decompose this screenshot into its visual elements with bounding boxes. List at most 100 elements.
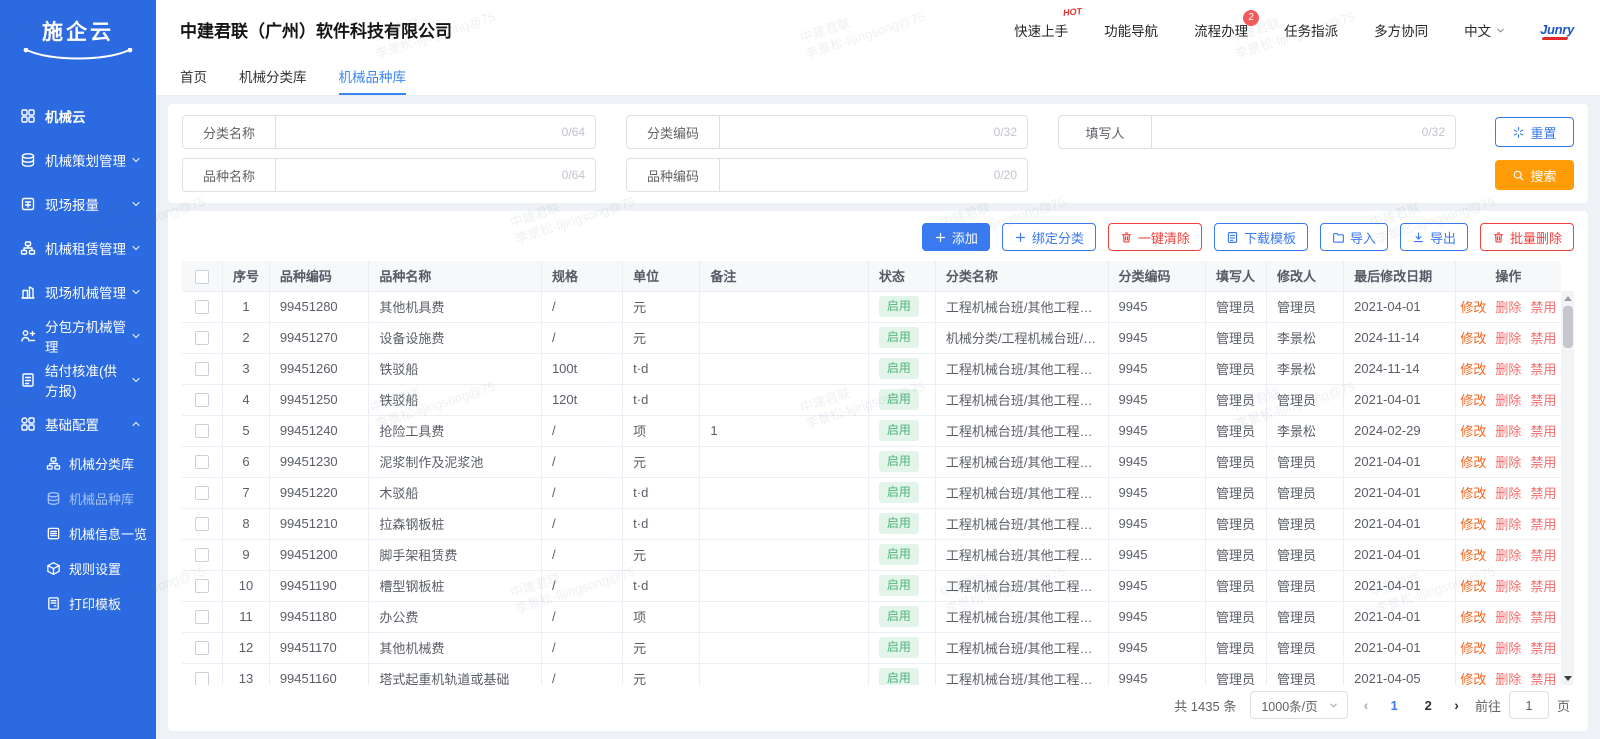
- scroll-down-arrow-icon[interactable]: [1561, 671, 1574, 685]
- delete-link[interactable]: 删除: [1495, 359, 1521, 378]
- row-checkbox[interactable]: [195, 517, 209, 531]
- search-button[interactable]: 搜索: [1495, 160, 1574, 190]
- disable-link[interactable]: 禁用: [1530, 328, 1556, 347]
- delete-link[interactable]: 删除: [1495, 390, 1521, 409]
- disable-link[interactable]: 禁用: [1530, 390, 1556, 409]
- scroll-up-arrow-icon[interactable]: [1561, 291, 1574, 305]
- tab-variety-lib[interactable]: 机械品种库: [339, 60, 407, 96]
- row-checkbox[interactable]: [195, 300, 209, 314]
- row-checkbox[interactable]: [195, 610, 209, 624]
- bind-category-button[interactable]: 绑定分类: [1002, 223, 1096, 251]
- delete-link[interactable]: 删除: [1495, 514, 1521, 533]
- scrollbar-thumb[interactable]: [1563, 306, 1573, 348]
- disable-link[interactable]: 禁用: [1530, 359, 1556, 378]
- sidebar-item-site-machinery-mgmt[interactable]: 现场机械管理: [0, 270, 156, 314]
- reset-button[interactable]: 重置: [1495, 117, 1574, 147]
- delete-link[interactable]: 删除: [1495, 297, 1521, 316]
- row-checkbox[interactable]: [195, 641, 209, 655]
- disable-link[interactable]: 禁用: [1530, 421, 1556, 440]
- nav-item-quick-start[interactable]: 快速上手HOT: [1014, 20, 1068, 40]
- variety-name-field-input[interactable]: [276, 159, 562, 191]
- edit-link[interactable]: 修改: [1460, 669, 1486, 685]
- edit-link[interactable]: 修改: [1460, 638, 1486, 657]
- nav-item-process-handling[interactable]: 流程办理2: [1194, 20, 1248, 40]
- nav-item-multi-collab[interactable]: 多方协同: [1374, 20, 1428, 40]
- vertical-scrollbar[interactable]: [1561, 291, 1574, 685]
- delete-link[interactable]: 删除: [1495, 669, 1521, 685]
- edit-link[interactable]: 修改: [1460, 607, 1486, 626]
- sidebar-item-print-template[interactable]: 打印模板: [0, 586, 156, 621]
- edit-link[interactable]: 修改: [1460, 452, 1486, 471]
- add-button[interactable]: 添加: [922, 223, 990, 251]
- nav-item-task-assign[interactable]: 任务指派: [1284, 20, 1338, 40]
- disable-link[interactable]: 禁用: [1530, 483, 1556, 502]
- page-number-2[interactable]: 2: [1418, 698, 1438, 713]
- edit-link[interactable]: 修改: [1460, 421, 1486, 440]
- select-all-checkbox[interactable]: [195, 270, 209, 284]
- next-page-button[interactable]: ›: [1452, 697, 1461, 713]
- edit-link[interactable]: 修改: [1460, 297, 1486, 316]
- delete-link[interactable]: 删除: [1495, 607, 1521, 626]
- edit-link[interactable]: 修改: [1460, 514, 1486, 533]
- delete-link[interactable]: 删除: [1495, 638, 1521, 657]
- disable-link[interactable]: 禁用: [1530, 297, 1556, 316]
- sidebar-item-machinery-planning[interactable]: 机械策划管理: [0, 138, 156, 182]
- sidebar-item-site-reporting[interactable]: 现场报量: [0, 182, 156, 226]
- row-checkbox[interactable]: [195, 393, 209, 407]
- row-checkbox[interactable]: [195, 672, 209, 685]
- category-code-field-input[interactable]: [720, 116, 994, 148]
- batch-delete-button[interactable]: 批量删除: [1480, 223, 1574, 251]
- row-checkbox[interactable]: [195, 579, 209, 593]
- edit-link[interactable]: 修改: [1460, 483, 1486, 502]
- row-checkbox[interactable]: [195, 548, 209, 562]
- category-name-field-input[interactable]: [276, 116, 562, 148]
- delete-link[interactable]: 删除: [1495, 328, 1521, 347]
- row-checkbox[interactable]: [195, 455, 209, 469]
- edit-link[interactable]: 修改: [1460, 576, 1486, 595]
- row-checkbox[interactable]: [195, 486, 209, 500]
- download-template-button[interactable]: 下载模板: [1214, 223, 1308, 251]
- row-checkbox[interactable]: [195, 424, 209, 438]
- page-number-1[interactable]: 1: [1384, 698, 1404, 713]
- clear-all-button[interactable]: 一键清除: [1108, 223, 1202, 251]
- edit-link[interactable]: 修改: [1460, 390, 1486, 409]
- nav-item-language-select[interactable]: 中文: [1464, 20, 1506, 40]
- delete-link[interactable]: 删除: [1495, 576, 1521, 595]
- disable-link[interactable]: 禁用: [1530, 452, 1556, 471]
- goto-page-input[interactable]: [1509, 691, 1549, 719]
- disable-link[interactable]: 禁用: [1530, 607, 1556, 626]
- writer-field-input[interactable]: [1152, 116, 1422, 148]
- sidebar-item-machinery-category-lib[interactable]: 机械分类库: [0, 446, 156, 481]
- sidebar-item-machinery-variety-lib[interactable]: 机械品种库: [0, 481, 156, 516]
- tab-home[interactable]: 首页: [180, 60, 207, 96]
- sidebar-item-machinery-leasing[interactable]: 机械租赁管理: [0, 226, 156, 270]
- row-checkbox[interactable]: [195, 362, 209, 376]
- disable-link[interactable]: 禁用: [1530, 545, 1556, 564]
- disable-link[interactable]: 禁用: [1530, 638, 1556, 657]
- prev-page-button[interactable]: ‹: [1362, 697, 1371, 713]
- edit-link[interactable]: 修改: [1460, 359, 1486, 378]
- row-checkbox[interactable]: [195, 331, 209, 345]
- import-button[interactable]: 导入: [1320, 223, 1388, 251]
- export-button[interactable]: 导出: [1400, 223, 1468, 251]
- disable-link[interactable]: 禁用: [1530, 576, 1556, 595]
- org-icon: [46, 456, 61, 471]
- sidebar-item-machinery-cloud[interactable]: 机械云: [0, 96, 156, 136]
- delete-link[interactable]: 删除: [1495, 452, 1521, 471]
- edit-link[interactable]: 修改: [1460, 545, 1486, 564]
- sidebar-item-settlement-approval[interactable]: 结付核准(供方报): [0, 358, 156, 402]
- delete-link[interactable]: 删除: [1495, 421, 1521, 440]
- tab-category-lib[interactable]: 机械分类库: [239, 60, 307, 96]
- sidebar-item-basic-config[interactable]: 基础配置: [0, 402, 156, 446]
- disable-link[interactable]: 禁用: [1530, 669, 1556, 685]
- delete-link[interactable]: 删除: [1495, 483, 1521, 502]
- sidebar-item-subcontractor-machinery[interactable]: 分包方机械管理: [0, 314, 156, 358]
- nav-item-function-nav[interactable]: 功能导航: [1104, 20, 1158, 40]
- variety-code-field-input[interactable]: [720, 159, 994, 191]
- edit-link[interactable]: 修改: [1460, 328, 1486, 347]
- sidebar-item-machinery-info-list[interactable]: 机械信息一览: [0, 516, 156, 551]
- sidebar-item-rule-settings[interactable]: 规则设置: [0, 551, 156, 586]
- page-size-select[interactable]: 1000条/页: [1250, 691, 1347, 719]
- delete-link[interactable]: 删除: [1495, 545, 1521, 564]
- disable-link[interactable]: 禁用: [1530, 514, 1556, 533]
